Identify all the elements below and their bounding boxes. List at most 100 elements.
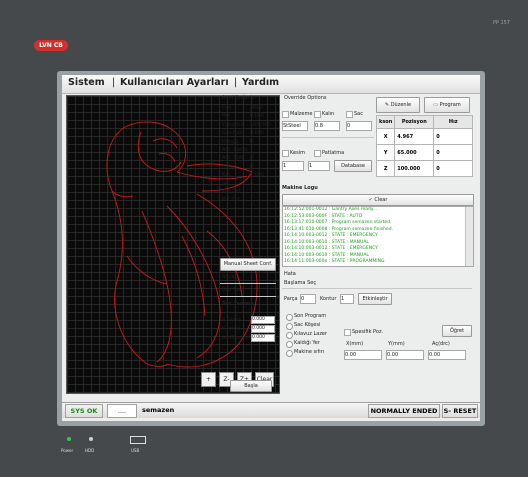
kesim-checkbox[interactable]	[282, 150, 289, 157]
start-option-radio[interactable]	[286, 323, 293, 330]
parca-label: Parça	[284, 296, 298, 302]
start-y-input[interactable]: 0.00	[386, 350, 424, 360]
menu-sistem[interactable]: Sistem	[68, 77, 105, 88]
usb-port	[130, 436, 146, 444]
start-option-radio[interactable]	[286, 314, 293, 321]
start-option-label: Makine sıfırı	[294, 349, 325, 355]
aci-header: Aç(drc)	[432, 341, 450, 347]
menu-kullanici-ayarlari[interactable]: Kullanıcıları Ayarları	[120, 77, 229, 88]
start-option-radio[interactable]	[286, 350, 293, 357]
axis-position-table: kson Pozisyon Hız X 4.967 0 Y 65.000 0 Z…	[375, 115, 474, 177]
parca-input[interactable]: 0	[300, 294, 316, 304]
start-x-input[interactable]: 0.00	[344, 350, 382, 360]
sac-label: Sac	[354, 111, 363, 117]
malzeme-checkbox[interactable]	[282, 111, 289, 118]
aktif-value: 0.000	[250, 113, 265, 120]
table-row: Y 65.000 0	[375, 144, 474, 161]
cut-preview-canvas[interactable]: + Z- Z+ Clear	[66, 95, 280, 394]
patlatma-label: Patlatma	[322, 150, 345, 156]
aktif-value: 0	[250, 163, 254, 170]
basla-button[interactable]: Başla	[230, 380, 272, 392]
kesim-label: Kesim	[290, 150, 305, 156]
y-mm-input[interactable]: 0.000	[251, 325, 275, 333]
y-mm-header: Y(mm)	[388, 341, 405, 347]
aktif-value: 1.000	[250, 172, 265, 179]
database-button[interactable]: Database	[334, 160, 372, 172]
kontur-label: Kontur	[320, 296, 337, 302]
menu-separator: |	[234, 77, 238, 88]
x-mm-input[interactable]: 0.000	[251, 316, 275, 324]
y-mm-label: Y (mm)	[222, 326, 241, 332]
sayac-label: Sayaç	[222, 274, 238, 280]
duzenle-button[interactable]: ✎ Düzenle	[376, 97, 420, 113]
program-state: NORMALLY ENDED	[368, 404, 440, 418]
kalin-checkbox[interactable]	[314, 111, 321, 118]
thickness-select[interactable]: 0.8	[314, 121, 340, 131]
aktif-label: Akt. Parça	[222, 147, 248, 153]
sac-tanima-title: Sac Tanıma	[222, 301, 254, 307]
program-name: semazen	[142, 406, 175, 414]
model-label: PP 157	[492, 20, 510, 26]
ogret-button[interactable]: Öğret	[442, 325, 472, 337]
log-scrollbar[interactable]	[465, 207, 473, 266]
material-select[interactable]: StSteel	[282, 121, 308, 131]
aktif-value: 2000	[250, 105, 263, 111]
aktif-value: 100.000	[250, 121, 271, 128]
patlatma-select[interactable]: 1	[308, 161, 330, 171]
reset-button[interactable]: S- RESET	[442, 404, 478, 418]
aktif-value: 8	[250, 155, 254, 162]
plus-button[interactable]: +	[201, 372, 216, 387]
x-mm-label: X (mm)	[222, 317, 241, 323]
override-title: Override Options	[284, 95, 327, 101]
x-mm-header: X(mm)	[346, 341, 364, 347]
start-option-label: Son Program	[294, 313, 327, 319]
sac-select[interactable]: 0	[346, 121, 372, 131]
log-list[interactable]: 16:12:52:001-0012 : Gantry Axes ready...…	[282, 206, 474, 267]
aktif-label: Yükseklik	[222, 121, 245, 128]
menu-separator: |	[112, 77, 116, 88]
aktif-label: Kal.	[222, 172, 232, 179]
aktif-label: Hız	[222, 113, 230, 120]
aktif-label: Malz	[222, 163, 234, 170]
sys-status: SYS OK	[65, 404, 103, 418]
kalin-label: Kalın	[322, 111, 335, 117]
gaz-test-label: Gaz Test	[222, 287, 243, 293]
log-line: 16:14:11:003-000e : STATE : PROGRAMMING	[284, 259, 385, 264]
manual-sheet-button[interactable]: Manual Sheet Conf.	[220, 258, 276, 271]
kontur-input[interactable]: 1	[340, 294, 354, 304]
log-title: Makine Logu	[282, 185, 318, 191]
baslama-title: Başlama Seç	[284, 280, 317, 286]
program-button[interactable]: ▭ Program	[424, 97, 470, 113]
aktif-label: Gas Bas.	[222, 130, 244, 137]
table-row: Z 100.000 0	[375, 160, 474, 177]
start-option-radio[interactable]	[286, 341, 293, 348]
aktif-label: Akt. Kntr	[222, 155, 244, 162]
patlatma-checkbox[interactable]	[314, 150, 321, 157]
aci-input[interactable]: 0.000	[251, 334, 275, 342]
kesim-select[interactable]: 1	[282, 161, 304, 171]
start-option-radio[interactable]	[286, 332, 293, 339]
aci-label: Açı(Derece)	[222, 335, 252, 341]
start-aci-input[interactable]: 0.00	[428, 350, 466, 360]
start-option-label: Kılavuz Lazer	[294, 331, 328, 337]
dervish-drawing	[106, 121, 258, 368]
aktif-label: Güç	[222, 105, 232, 111]
etkinlestir-button[interactable]: Etkinleştir	[358, 293, 392, 305]
header-hiz: Hız	[433, 115, 474, 129]
hdd-led	[89, 437, 93, 441]
spesifik-label: Spesifik Poz.	[352, 329, 384, 335]
hdd-label: HDD	[85, 448, 95, 453]
status-dots: ....	[107, 404, 137, 418]
aktif-value: 1	[250, 147, 254, 153]
power-label: Power	[61, 448, 74, 453]
sac-checkbox[interactable]	[346, 111, 353, 118]
header-eksen: kson	[375, 115, 396, 129]
aktif-title: Aktif Değerler	[222, 95, 257, 101]
menu-yardim[interactable]: Yardım	[242, 77, 279, 88]
aktif-value: 0	[250, 180, 254, 187]
malzeme-label: Malzeme	[290, 111, 313, 117]
aktif-value: 0	[250, 138, 254, 145]
device-body: LVN CB PP 157 Sistem | Kullanıcıları Aya…	[0, 0, 528, 477]
log-clear-button[interactable]: ✔ Clear	[282, 194, 474, 206]
spesifik-checkbox[interactable]	[344, 329, 351, 336]
